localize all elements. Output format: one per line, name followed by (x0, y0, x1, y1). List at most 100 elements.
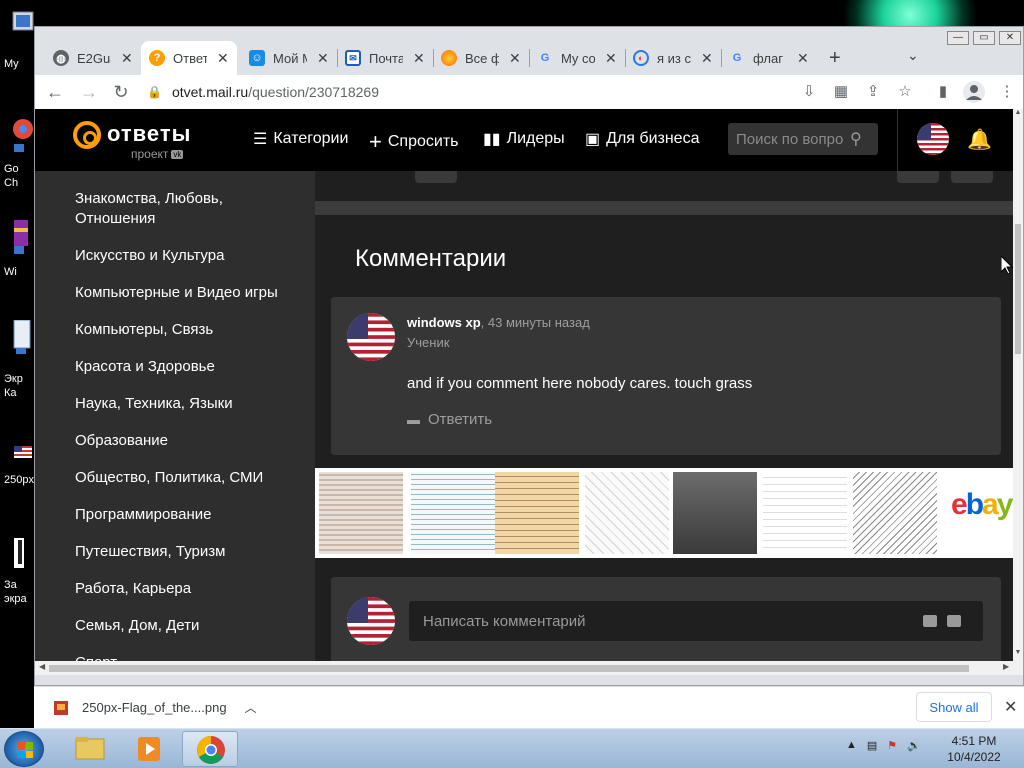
user-avatar[interactable] (917, 123, 949, 155)
otvety-logo-icon[interactable] (73, 121, 101, 149)
minimize-button[interactable]: — (947, 31, 969, 45)
share-icon[interactable]: ⇪ (863, 82, 883, 102)
vertical-scrollbar[interactable]: ▲ ▼ (1013, 109, 1023, 661)
comment-input[interactable] (409, 601, 983, 641)
download-item[interactable]: 250px-Flag_of_the....png ︿ (54, 699, 257, 716)
search-icon[interactable]: ⚲ (850, 129, 862, 149)
tab-close-icon[interactable]: ✕ (509, 50, 521, 67)
profile-avatar-icon[interactable] (963, 81, 985, 103)
tab-flag-search[interactable]: G флаг с ✕ (721, 41, 817, 75)
ad-thumbnail[interactable] (495, 472, 579, 554)
ad-thumbnail[interactable] (853, 472, 937, 554)
screenshot-desktop-icon[interactable] (12, 538, 34, 572)
tab-pochta[interactable]: ✉ Почта ✕ (337, 41, 433, 75)
side-panel-icon[interactable]: ▮ (933, 82, 953, 102)
horizontal-scrollbar[interactable]: ◀ ▶ (35, 661, 1023, 675)
action-button-stub[interactable] (897, 171, 939, 183)
category-item[interactable]: Программирование (75, 505, 295, 525)
category-item[interactable]: Работа, Карьера (75, 579, 295, 599)
ad-thumbnail[interactable] (763, 472, 847, 554)
clock[interactable]: 4:51 PM 10/4/2022 (944, 733, 1004, 765)
tray-expand-icon[interactable]: ▲ (846, 739, 857, 752)
chrome-taskbar-icon[interactable] (182, 731, 238, 767)
nav-categories[interactable]: ☰ Категории (253, 129, 348, 149)
tab-photos[interactable]: Все ф ✕ (433, 41, 529, 75)
ad-thumbnail[interactable] (585, 472, 669, 554)
nav-business[interactable]: ▣ Для бизнеса (585, 129, 699, 149)
category-item[interactable]: Искусство и Культура (75, 246, 295, 266)
scroll-left-arrow-icon[interactable]: ◀ (39, 662, 45, 671)
search-input[interactable] (736, 130, 844, 148)
category-item[interactable]: Путешествия, Туризм (75, 542, 295, 562)
tab-moy-mir[interactable]: ☺ Мой М ✕ (241, 41, 337, 75)
chevron-up-icon[interactable]: ︿ (245, 699, 257, 716)
tab-e2guardian[interactable]: ◍ E2Gua ✕ (45, 41, 141, 75)
action-button-stub[interactable] (951, 171, 993, 183)
nav-leaders[interactable]: ▮▮ Лидеры (483, 129, 565, 149)
action-center-icon[interactable]: ⚑ (887, 739, 897, 752)
scroll-right-arrow-icon[interactable]: ▶ (1003, 662, 1009, 671)
reply-button[interactable]: ▬ Ответить (407, 411, 492, 428)
comment-author[interactable]: windows xp (407, 315, 481, 330)
screen-keyboard-desktop-icon[interactable] (12, 319, 34, 354)
tab-close-icon[interactable]: ✕ (217, 50, 229, 67)
ad-thumbnail[interactable] (673, 472, 757, 554)
tab-search-chevron-icon[interactable]: ⌄ (907, 47, 919, 64)
scroll-down-arrow-icon[interactable]: ▼ (1013, 649, 1023, 656)
category-item[interactable]: Красота и Здоровье (75, 357, 295, 377)
install-app-icon[interactable]: ⇩ (799, 82, 819, 102)
notification-bell-icon[interactable]: 🔔 (967, 127, 992, 152)
close-downloads-icon[interactable]: ✕ (1004, 697, 1017, 717)
lock-icon[interactable]: 🔒 (147, 85, 162, 99)
explorer-taskbar-icon[interactable] (62, 731, 118, 767)
tab-ya-iz[interactable]: ◐ я из с ✕ (625, 41, 721, 75)
category-item[interactable]: Общество, Политика, СМИ (75, 468, 295, 488)
tab-close-icon[interactable]: ✕ (701, 50, 713, 67)
start-button[interactable] (4, 731, 44, 767)
ad-thumbnail[interactable] (411, 472, 495, 554)
category-item[interactable]: Компьютеры, Связь (75, 320, 295, 340)
winrar-desktop-icon[interactable] (12, 220, 34, 254)
chrome-desktop-icon[interactable] (12, 118, 34, 152)
maximize-button[interactable]: ▭ (973, 31, 995, 45)
tab-close-icon[interactable]: ✕ (605, 50, 617, 67)
category-item[interactable]: Образование (75, 431, 295, 451)
new-tab-button[interactable]: + (829, 47, 841, 70)
ad-banner-strip[interactable]: ebay (315, 468, 1013, 558)
tab-otvet[interactable]: ? Ответ ✕ (141, 41, 237, 75)
reload-button[interactable]: ↻ (109, 80, 133, 104)
scroll-up-arrow-icon[interactable]: ▲ (1013, 109, 1023, 116)
scrollbar-thumb[interactable] (1015, 224, 1021, 354)
network-icon[interactable]: ▤ (867, 739, 877, 752)
action-button-stub[interactable] (415, 171, 457, 183)
back-button[interactable]: ← (43, 80, 67, 104)
nav-ask[interactable]: + Спросить (369, 129, 458, 155)
chrome-menu-icon[interactable]: ⋮ (997, 82, 1017, 102)
ad-thumbnail[interactable] (319, 472, 403, 554)
commenter-avatar[interactable] (347, 313, 395, 361)
media-player-taskbar-icon[interactable] (122, 731, 178, 767)
tab-google-my-co[interactable]: G My co ✕ (529, 41, 625, 75)
attach-video-icon[interactable] (947, 615, 961, 627)
attach-image-icon[interactable] (923, 615, 937, 627)
scrollbar-thumb[interactable] (49, 665, 969, 672)
forward-button[interactable]: → (77, 80, 101, 104)
category-item[interactable]: Спорт (75, 653, 295, 661)
category-item[interactable]: Семья, Дом, Дети (75, 616, 295, 636)
ebay-logo[interactable]: ebay (951, 488, 1013, 522)
logo-text[interactable]: ответы (107, 121, 191, 147)
tab-close-icon[interactable]: ✕ (317, 50, 329, 67)
flag-image-desktop-icon[interactable] (12, 444, 34, 478)
tab-close-icon[interactable]: ✕ (797, 50, 809, 67)
show-all-button[interactable]: Show all (916, 692, 992, 722)
category-item[interactable]: Компьютерные и Видео игры (75, 283, 295, 303)
my-computer-icon[interactable] (12, 10, 34, 44)
volume-icon[interactable]: 🔊 (907, 739, 921, 752)
translate-icon[interactable]: ▦ (831, 82, 851, 102)
tab-close-icon[interactable]: ✕ (121, 50, 133, 67)
close-window-button[interactable]: ✕ (999, 31, 1021, 45)
bookmark-star-icon[interactable]: ☆ (895, 82, 915, 102)
tab-close-icon[interactable]: ✕ (413, 50, 425, 67)
category-item[interactable]: Знакомства, Любовь, Отношения (75, 189, 295, 229)
category-item[interactable]: Наука, Техника, Языки (75, 394, 295, 414)
